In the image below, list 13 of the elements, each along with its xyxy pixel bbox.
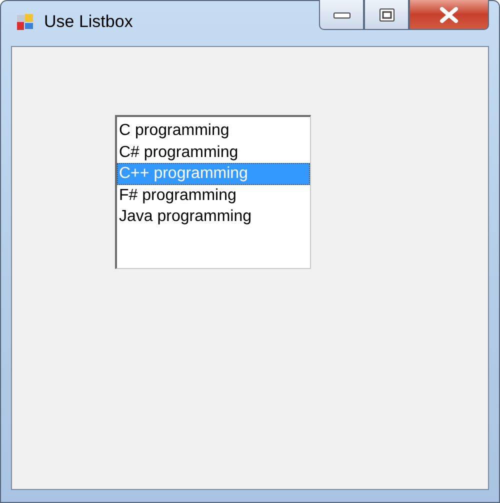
close-icon — [439, 6, 459, 22]
list-item[interactable]: F# programming — [117, 184, 310, 206]
window-title: Use Listbox — [44, 12, 133, 32]
list-item[interactable]: C# programming — [117, 142, 310, 163]
maximize-button[interactable] — [364, 0, 409, 30]
minimize-icon — [332, 10, 350, 20]
close-button[interactable] — [409, 0, 489, 30]
list-item[interactable]: Java programming — [117, 206, 310, 228]
list-item[interactable]: C programming — [117, 120, 310, 142]
listbox[interactable]: C programming C# programming C++ programming F# programming Java programming — [115, 115, 311, 269]
minimize-button[interactable] — [319, 0, 364, 30]
maximize-icon — [378, 8, 394, 22]
app-icon — [16, 13, 34, 31]
